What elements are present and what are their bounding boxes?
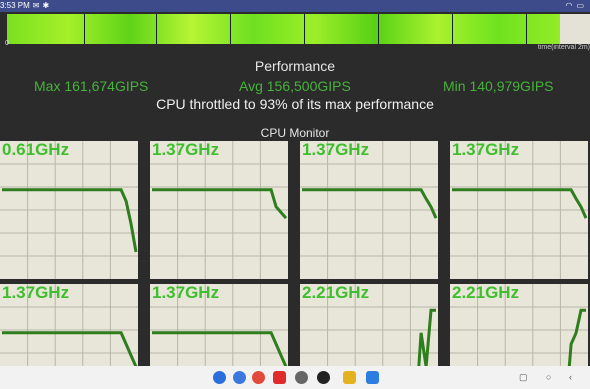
max-gips: Max 161,674GIPS bbox=[34, 78, 149, 94]
cpu-frequency-trace bbox=[2, 331, 138, 366]
cpu-core-chart bbox=[450, 141, 588, 279]
wifi-icon: ◠ bbox=[565, 1, 573, 10]
cpu-core-chart bbox=[150, 141, 288, 279]
home-button[interactable]: ○ bbox=[546, 372, 551, 382]
graph-zero-label: 0 bbox=[5, 40, 9, 47]
phone-app-icon[interactable] bbox=[213, 371, 226, 384]
game-app-icon[interactable] bbox=[343, 371, 356, 384]
cpu-core-panel: 2.21GHz bbox=[300, 284, 438, 366]
cpu-core-panel: 1.37GHz bbox=[150, 284, 288, 366]
cpu-core-panel: 2.21GHz bbox=[450, 284, 588, 366]
cpu-frequency-trace bbox=[452, 188, 588, 219]
cpu-core-frequency: 1.37GHz bbox=[302, 141, 370, 159]
recents-button[interactable]: ▢ bbox=[519, 372, 528, 383]
cpu-frequency-trace bbox=[302, 188, 438, 219]
time-interval-label: time(interval 2m) bbox=[537, 44, 590, 51]
performance-heat-graph bbox=[7, 14, 560, 44]
cpu-core-frequency: 1.37GHz bbox=[152, 141, 220, 159]
cpu-frequency-trace bbox=[152, 188, 288, 220]
youtube-app-icon[interactable] bbox=[273, 371, 286, 384]
cpu-core-panel: 1.37GHz bbox=[0, 284, 138, 366]
avg-gips: Avg 156,500GIPS bbox=[239, 78, 351, 94]
cpu-core-frequency: 0.61GHz bbox=[2, 141, 70, 159]
min-gips: Min 140,979GIPS bbox=[443, 78, 554, 94]
cpu-core-panel: 0.61GHz bbox=[0, 141, 138, 279]
cpu-frequency-trace bbox=[2, 188, 138, 253]
cpu-core-chart bbox=[300, 141, 438, 279]
cpu-core-frequency: 1.37GHz bbox=[2, 284, 70, 302]
cpu-core-panel: 1.37GHz bbox=[450, 141, 588, 279]
throttle-message: CPU throttled to 93% of its max performa… bbox=[156, 96, 434, 112]
cpu-core-frequency: 1.37GHz bbox=[152, 284, 220, 302]
messages-app-icon[interactable] bbox=[233, 371, 246, 384]
camera-app-icon[interactable] bbox=[317, 371, 330, 384]
status-bar: 3:53 PM ✉ ✱ ◠ ▭ bbox=[0, 0, 590, 12]
back-button[interactable]: ‹ bbox=[569, 372, 572, 382]
notification-icon: ✉ bbox=[32, 1, 40, 10]
cpu-core-frequency: 2.21GHz bbox=[452, 284, 520, 302]
cpu-frequency-trace bbox=[567, 308, 586, 366]
cpu-frequency-trace bbox=[417, 308, 436, 366]
performance-title: Performance bbox=[254, 58, 336, 74]
chrome-app-icon[interactable] bbox=[252, 371, 265, 384]
cpu-core-frequency: 1.37GHz bbox=[452, 141, 520, 159]
settings-app-icon[interactable] bbox=[295, 371, 308, 384]
cpu-core-panel: 1.37GHz bbox=[150, 141, 288, 279]
cpu-frequency-trace bbox=[152, 331, 288, 366]
cpu-core-frequency: 2.21GHz bbox=[302, 284, 370, 302]
cpu-monitor-title: CPU Monitor bbox=[260, 126, 330, 140]
bluetooth-icon: ✱ bbox=[42, 1, 50, 10]
graph-empty-area bbox=[560, 14, 590, 44]
battery-icon: ▭ bbox=[576, 1, 584, 10]
clock: 3:53 PM bbox=[0, 1, 30, 10]
files-app-icon[interactable] bbox=[366, 371, 379, 384]
cpu-core-chart bbox=[0, 141, 138, 279]
cpu-core-panel: 1.37GHz bbox=[300, 141, 438, 279]
